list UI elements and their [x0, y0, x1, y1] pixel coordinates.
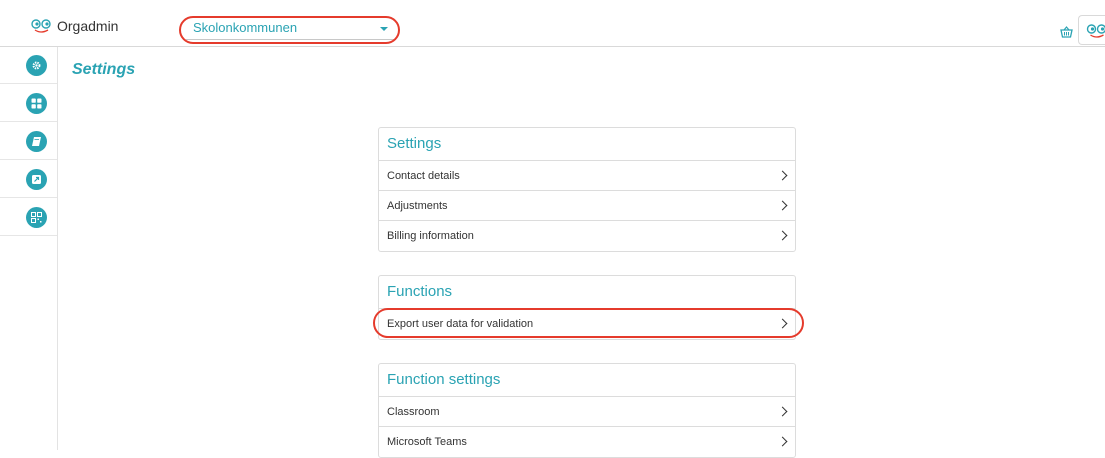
highlight-export-row — [373, 308, 804, 338]
app-logo[interactable]: Orgadmin — [31, 18, 118, 34]
row-label: Classroom — [387, 406, 440, 418]
functions-card-title: Functions — [379, 276, 795, 309]
external-link-icon — [26, 169, 47, 190]
function-settings-card: Function settings Classroom Microsoft Te… — [378, 363, 796, 458]
row-adjustments[interactable]: Adjustments — [379, 191, 795, 221]
chevron-right-icon — [778, 171, 788, 181]
chevron-right-icon — [778, 407, 788, 417]
row-label: Billing information — [387, 230, 474, 242]
sidebar-item-external[interactable] — [0, 161, 57, 198]
sidebar-item-settings[interactable] — [0, 47, 57, 84]
row-classroom[interactable]: Classroom — [379, 397, 795, 427]
sidebar — [0, 47, 58, 450]
sidebar-item-qr[interactable] — [0, 199, 57, 236]
row-contact-details[interactable]: Contact details — [379, 161, 795, 191]
top-bar: Orgadmin Skolonkommunen — [0, 0, 1105, 47]
settings-card: Settings Contact details Adjustments Bil… — [378, 127, 796, 252]
row-label: Microsoft Teams — [387, 436, 467, 448]
logo-icon — [31, 19, 52, 33]
chevron-right-icon — [778, 201, 788, 211]
function-settings-card-title: Function settings — [379, 364, 795, 397]
chevron-right-icon — [778, 231, 788, 241]
highlight-organization-select — [179, 16, 400, 44]
sidebar-item-library[interactable] — [0, 123, 57, 160]
row-label: Contact details — [387, 170, 460, 182]
row-billing-information[interactable]: Billing information — [379, 221, 795, 251]
row-label: Adjustments — [387, 200, 448, 212]
basket-icon[interactable] — [1060, 26, 1073, 38]
chevron-right-icon — [778, 437, 788, 447]
row-microsoft-teams[interactable]: Microsoft Teams — [379, 427, 795, 457]
grid-icon — [26, 93, 47, 114]
sidebar-item-dashboard[interactable] — [0, 85, 57, 122]
gear-icon — [26, 55, 47, 76]
book-icon — [26, 131, 47, 152]
page-title: Settings — [72, 61, 135, 79]
settings-card-title: Settings — [379, 128, 795, 161]
app-name: Orgadmin — [57, 18, 118, 34]
user-menu-button[interactable] — [1078, 15, 1105, 45]
logo-small-icon — [1085, 24, 1105, 38]
qr-code-icon — [26, 207, 47, 228]
